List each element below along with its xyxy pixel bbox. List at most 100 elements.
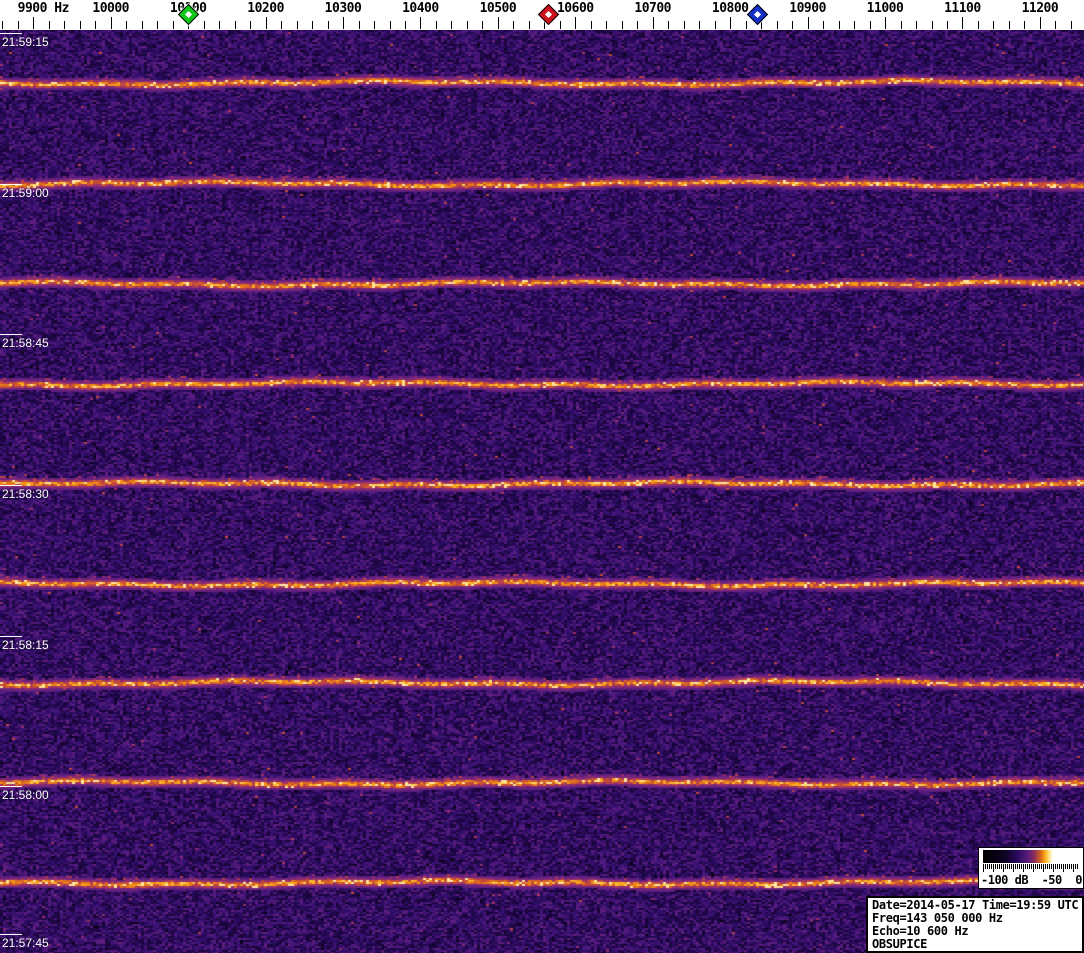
colorbar-label-max: 0	[1075, 873, 1082, 887]
frequency-tick	[64, 21, 66, 29]
time-tick-label: 21:58:00	[2, 788, 49, 802]
frequency-tick-label: 11000	[866, 1, 904, 16]
frequency-tick	[900, 21, 902, 29]
frequency-tick	[916, 21, 917, 29]
colorbar-gradient	[983, 850, 1079, 863]
frequency-tick	[110, 17, 112, 29]
time-tick	[0, 334, 22, 335]
frequency-tick	[869, 21, 871, 29]
frequency-tick	[420, 17, 422, 29]
time-tick-label: 21:59:15	[2, 35, 49, 49]
frequency-tick	[79, 21, 81, 29]
frequency-tick	[637, 21, 639, 29]
frequency-tick	[234, 21, 236, 29]
time-tick	[0, 33, 22, 34]
frequency-tick	[652, 17, 654, 29]
frequency-tick	[33, 17, 35, 29]
frequency-tick	[312, 21, 313, 29]
frequency-tick-label: 10600	[556, 1, 594, 16]
time-tick-label: 21:58:15	[2, 638, 49, 652]
frequency-tick	[343, 17, 344, 29]
frequency-tick	[126, 21, 128, 29]
blue-marker-center-dot	[753, 10, 761, 19]
frequency-tick-label: 10700	[634, 1, 672, 16]
colorbar-ticks	[983, 864, 1079, 872]
frequency-tick	[482, 21, 484, 29]
frequency-tick	[281, 21, 283, 29]
frequency-tick	[776, 21, 778, 29]
frequency-tick	[296, 21, 298, 29]
frequency-tick	[807, 17, 809, 29]
frequency-tick	[157, 21, 159, 29]
frequency-tick-label: 10200	[247, 1, 284, 16]
frequency-tick	[466, 21, 468, 29]
intensity-colorbar: -100 dB -50 0	[978, 847, 1084, 889]
frequency-tick	[699, 21, 701, 29]
time-tick	[0, 636, 22, 637]
frequency-tick	[203, 21, 205, 29]
red-marker[interactable]	[537, 3, 559, 26]
frequency-tick	[947, 21, 948, 29]
frequency-tick	[17, 21, 19, 29]
frequency-tick	[451, 21, 453, 29]
frequency-tick	[48, 21, 50, 29]
frequency-tick	[714, 21, 716, 29]
frequency-tick	[683, 21, 685, 29]
frequency-tick	[172, 21, 174, 29]
time-tick	[0, 934, 22, 935]
frequency-tick	[792, 21, 794, 29]
frequency-tick	[265, 17, 267, 29]
frequency-tick	[327, 21, 329, 29]
frequency-tick	[668, 21, 670, 29]
frequency-tick	[405, 21, 406, 29]
time-tick-label: 21:59:00	[2, 186, 49, 200]
frequency-ruler[interactable]: 9900 Hz100001010010200103001040010500106…	[0, 0, 1084, 30]
frequency-tick	[219, 21, 221, 29]
frequency-tick	[931, 21, 933, 29]
frequency-tick	[250, 21, 252, 29]
frequency-tick	[730, 17, 732, 29]
frequency-tick	[559, 21, 561, 29]
frequency-tick-label: 11200	[1021, 1, 1059, 16]
frequency-tick-label: 10000	[92, 1, 130, 16]
frequency-tick	[95, 21, 97, 29]
spectrogram-waterfall[interactable]	[0, 30, 1084, 953]
frequency-tick	[745, 21, 747, 29]
frequency-tick	[2, 21, 4, 29]
time-tick-label: 21:57:45	[2, 936, 49, 950]
time-tick-label: 21:58:45	[2, 336, 49, 350]
frequency-tick	[1055, 21, 1057, 29]
colorbar-label-min: -100 dB	[981, 873, 1029, 887]
time-tick	[0, 184, 22, 185]
frequency-tick	[823, 21, 825, 29]
time-tick	[0, 786, 22, 787]
frequency-tick	[141, 21, 143, 29]
green-marker-center-dot	[184, 10, 192, 19]
frequency-tick-label: 9900 Hz	[17, 1, 70, 16]
frequency-tick	[497, 17, 499, 29]
frequency-tick-label: 10900	[789, 1, 826, 16]
frequency-tick	[621, 21, 623, 29]
red-marker-center-dot	[544, 10, 552, 19]
blue-marker[interactable]	[746, 3, 768, 26]
colorbar-label-mid: -50	[1041, 873, 1063, 887]
observation-info-box: Date=2014-05-17 Time=19:59 UTC Freq=143 …	[866, 896, 1084, 953]
frequency-tick	[1008, 21, 1010, 29]
frequency-tick	[435, 21, 437, 29]
frequency-tick	[838, 21, 840, 29]
frequency-tick	[528, 21, 530, 29]
frequency-tick	[1070, 21, 1072, 29]
spectrogram-app-window: 9900 Hz100001010010200103001040010500106…	[0, 0, 1084, 953]
frequency-tick-label: 10800	[711, 1, 749, 16]
frequency-tick	[993, 21, 995, 29]
frequency-tick	[590, 21, 592, 29]
frequency-tick	[606, 21, 608, 29]
frequency-tick	[962, 17, 964, 29]
frequency-tick	[513, 21, 515, 29]
frequency-tick	[977, 21, 979, 29]
info-station: OBSUPICE	[872, 937, 927, 951]
frequency-tick	[358, 21, 360, 29]
time-tick	[0, 485, 22, 486]
time-tick-label: 21:58:30	[2, 487, 49, 501]
frequency-tick	[761, 21, 763, 29]
